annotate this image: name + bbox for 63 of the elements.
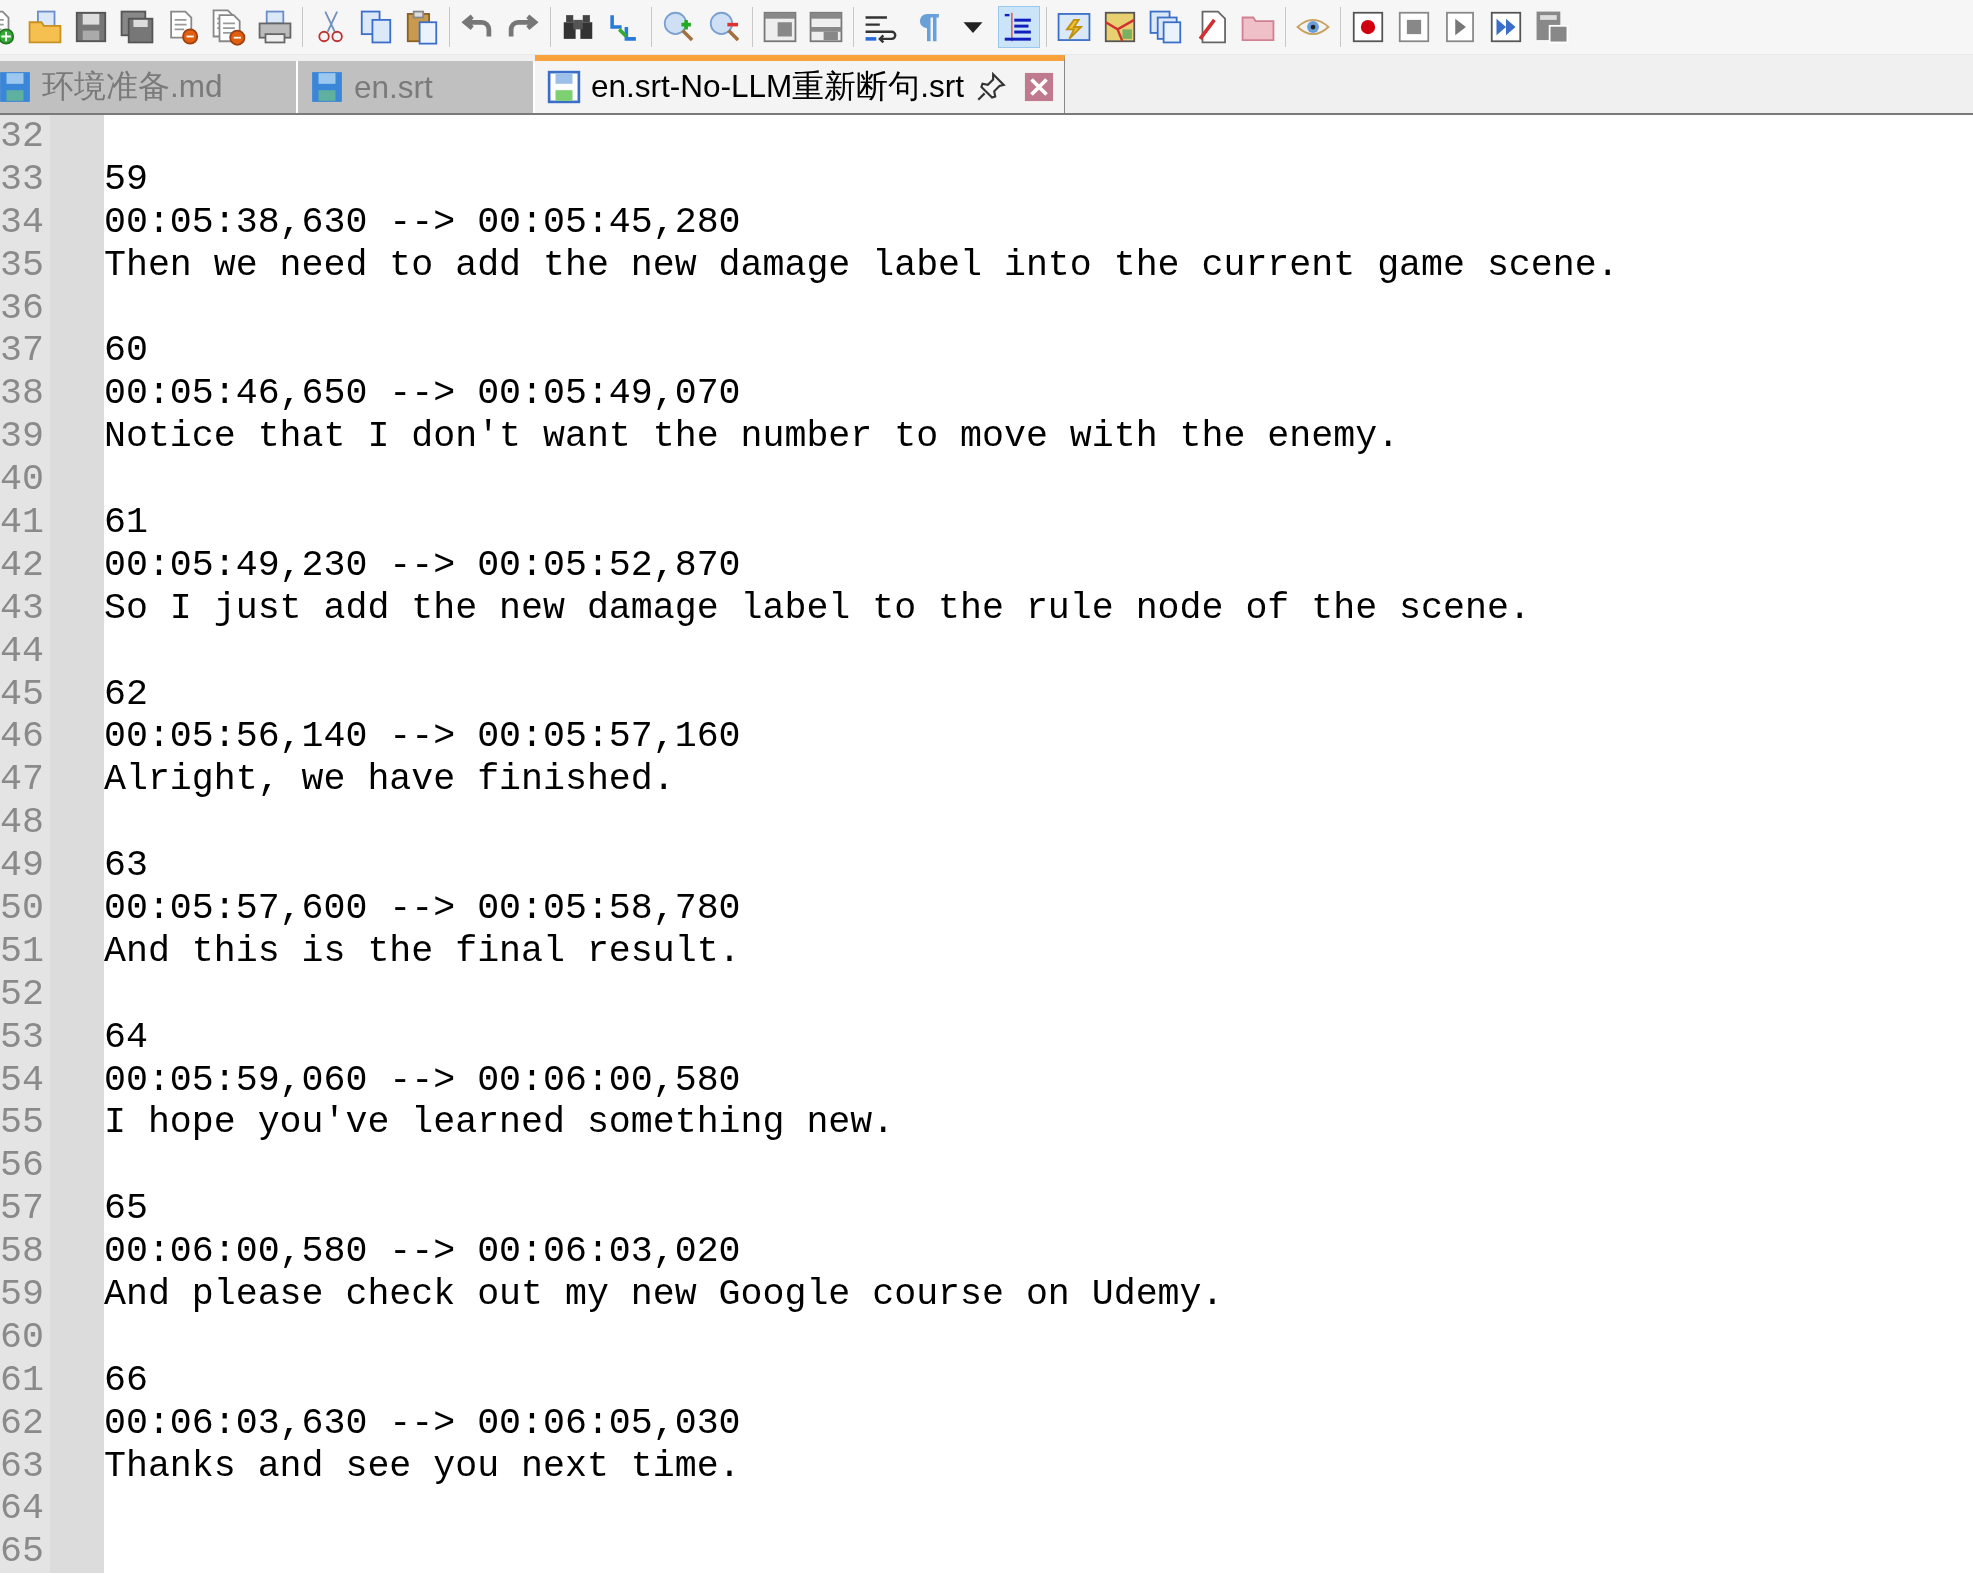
- line-number: 42: [0, 544, 45, 586]
- code-line: 62: [103, 673, 148, 715]
- line-number: 36: [0, 287, 45, 329]
- line-number: 39: [0, 416, 45, 458]
- line-number: 44: [0, 630, 45, 672]
- line-number: 63: [0, 1445, 45, 1487]
- code-line: So I just add the new damage label to the rule node of the scene.: [103, 587, 1531, 629]
- code-line: 00:06:00,580 --> 00:06:03,020: [103, 1231, 741, 1273]
- code-line: 64: [103, 1016, 148, 1058]
- line-number: 41: [0, 501, 45, 543]
- code-line: Thanks and see you next time.: [103, 1445, 741, 1487]
- code-line: 00:05:46,650 --> 00:05:49,070: [103, 373, 741, 415]
- line-number: 47: [0, 759, 45, 801]
- line-number: 56: [0, 1145, 45, 1187]
- line-number: 54: [0, 1059, 45, 1101]
- line-number: 32: [0, 115, 45, 157]
- line-number: 51: [0, 930, 45, 972]
- code-line: 00:05:49,230 --> 00:05:52,870: [103, 544, 741, 586]
- line-number: 64: [0, 1488, 45, 1530]
- code-line: And please check out my new Google course on Udemy.: [103, 1274, 1224, 1315]
- line-number: 62: [0, 1402, 45, 1444]
- code-line: 00:05:57,600 --> 00:05:58,780: [103, 887, 741, 929]
- code-line: 63: [103, 845, 148, 887]
- line-number: 49: [0, 845, 45, 887]
- line-number: 38: [0, 373, 45, 415]
- line-number: 55: [0, 1102, 45, 1144]
- indent-guide-icon[interactable]: [998, 6, 1040, 48]
- line-number: 60: [0, 1316, 45, 1358]
- line-number: 59: [0, 1274, 45, 1315]
- code-line: 59: [103, 158, 148, 200]
- line-number: 33: [0, 158, 45, 200]
- line-number: 34: [0, 201, 45, 243]
- code-line: 00:05:38,630 --> 00:05:45,280: [103, 201, 741, 243]
- line-number: 53: [0, 1016, 45, 1058]
- code-line: Notice that I don't want the number to move with the enemy.: [103, 416, 1400, 458]
- line-number: 37: [0, 330, 45, 372]
- code-line: Then we need to add the new damage label into the current game scene.: [103, 244, 1619, 286]
- file-tab[interactable]: 环境准备.md: [0, 61, 298, 113]
- line-number: 43: [0, 587, 45, 629]
- line-number: 61: [0, 1359, 45, 1401]
- line-number: 45: [0, 673, 45, 715]
- code-line: 00:06:03,630 --> 00:06:05,030: [103, 1402, 741, 1444]
- line-number: 65: [0, 1531, 45, 1573]
- line-number: 46: [0, 716, 45, 758]
- line-number: 40: [0, 459, 45, 501]
- code-line: 66: [103, 1359, 148, 1401]
- line-number: 35: [0, 244, 45, 286]
- close-icon[interactable]: [1024, 72, 1055, 102]
- line-number: 57: [0, 1188, 45, 1230]
- code-line: 00:05:59,060 --> 00:06:00,580: [103, 1059, 741, 1101]
- code-line: I hope you've learned something new.: [103, 1102, 895, 1144]
- file-tab[interactable]: en.srt-No-LLM重新断句.srt: [535, 55, 1065, 113]
- line-number: 58: [0, 1231, 45, 1273]
- file-tab[interactable]: en.srt: [298, 61, 535, 113]
- line-number: 52: [0, 973, 45, 1015]
- line-number: 48: [0, 802, 45, 844]
- code-line: 00:05:56,140 --> 00:05:57,160: [103, 716, 741, 758]
- line-number: 50: [0, 887, 45, 929]
- code-line: 61: [103, 501, 148, 543]
- code-line: Alright, we have finished.: [103, 759, 675, 801]
- code-line: 60: [103, 330, 148, 372]
- code-line: 65: [103, 1188, 148, 1230]
- code-line: And this is the final result.: [103, 930, 741, 972]
